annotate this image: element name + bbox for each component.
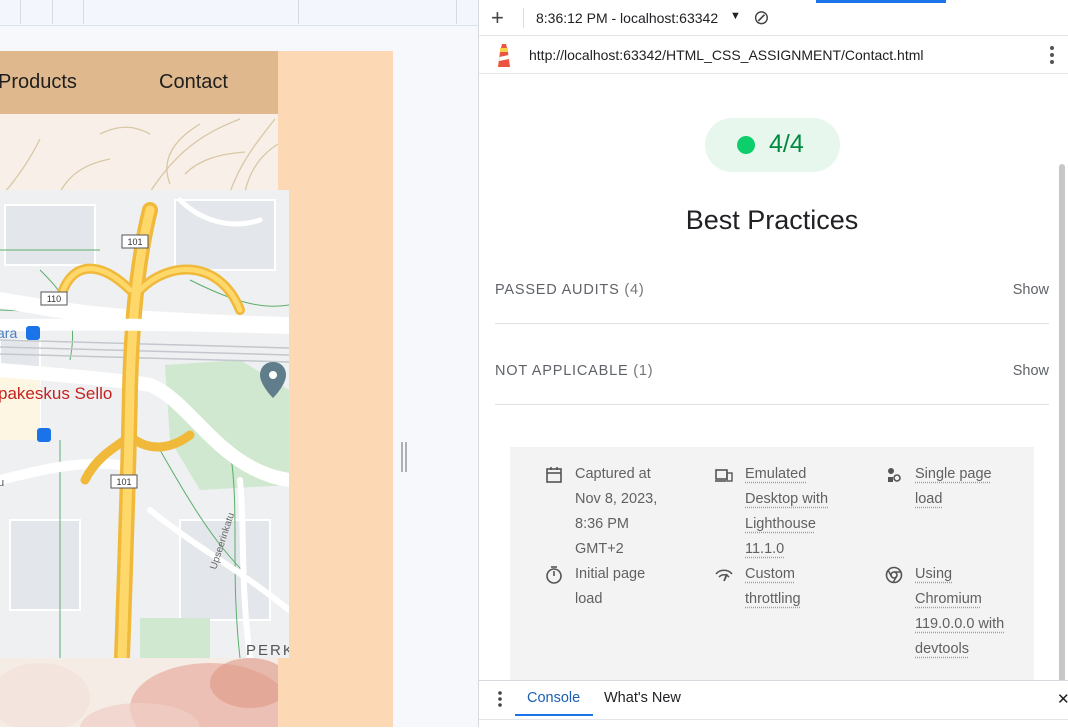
toolbar-divider bbox=[523, 8, 524, 28]
env-text: Nov 8, 2023, bbox=[575, 491, 658, 507]
clear-all-icon[interactable]: ⊘ bbox=[753, 5, 770, 30]
runtime-settings-box: Captured at Nov 8, 2023, 8:36 PM GMT+2 E… bbox=[510, 447, 1034, 680]
report-selector[interactable]: 8:36:12 PM - localhost:63342 bbox=[536, 10, 718, 26]
lighthouse-report: 4/4 Best Practices PASSED AUDITS (4) Sho… bbox=[479, 74, 1068, 680]
category-title: Best Practices bbox=[685, 205, 859, 235]
road-shield-101: 101 bbox=[127, 237, 142, 247]
report-scrollbar[interactable] bbox=[1059, 164, 1065, 680]
devices-icon bbox=[715, 469, 733, 482]
chrome-icon bbox=[885, 566, 903, 584]
site-navbar: Products Contact bbox=[0, 51, 278, 114]
map-label-road: u bbox=[0, 477, 4, 489]
env-text: Single page bbox=[915, 466, 992, 482]
timer-icon bbox=[546, 566, 562, 584]
lighthouse-toolbar: + 8:36:12 PM - localhost:63342 ▼ ⊘ bbox=[479, 0, 1068, 36]
env-text: Lighthouse bbox=[745, 516, 816, 532]
devtools-drawer: Console What's New ✕ bbox=[479, 680, 1068, 727]
active-tab-indicator bbox=[515, 714, 593, 716]
env-single-page[interactable]: Single page load bbox=[885, 462, 1035, 512]
lighthouse-panel: + 8:36:12 PM - localhost:63342 ▼ ⊘ http:… bbox=[478, 0, 1068, 727]
lighthouse-logo-icon bbox=[498, 44, 510, 67]
tab-whats-new[interactable]: What's New bbox=[604, 690, 681, 706]
tab-console[interactable]: Console bbox=[527, 690, 580, 706]
map-label-district: PERK bbox=[246, 642, 289, 658]
close-drawer-icon[interactable]: ✕ bbox=[1057, 690, 1068, 708]
env-text: Custom bbox=[745, 566, 795, 582]
nav-link-contact[interactable]: Contact bbox=[159, 71, 228, 94]
show-button[interactable]: Show bbox=[1013, 282, 1049, 298]
env-text: 119.0.0.0 with bbox=[915, 616, 1005, 632]
map-label-shopping-center: pakeskus Sello bbox=[0, 384, 112, 403]
score-value: 4/4 bbox=[769, 130, 804, 158]
env-text: Chromium bbox=[915, 591, 982, 607]
drawer-tabbar: Console What's New ✕ bbox=[479, 681, 1068, 717]
env-emulated-device[interactable]: Emulated Desktop with Lighthouse 11.1.0 bbox=[715, 462, 865, 562]
watercolor-drawing bbox=[0, 658, 278, 727]
env-text: Emulated bbox=[745, 466, 807, 482]
drawer-menu-icon[interactable] bbox=[497, 690, 503, 708]
ruler-tick bbox=[83, 0, 84, 24]
network-throttling-icon bbox=[715, 569, 733, 582]
decorative-watercolor bbox=[0, 658, 278, 727]
audit-group-label: NOT APPLICABLE (1) bbox=[495, 363, 654, 379]
env-text: throttling bbox=[745, 591, 801, 607]
map-label-station: ara bbox=[0, 325, 17, 341]
env-captured: Captured at Nov 8, 2023, 8:36 PM GMT+2 bbox=[545, 462, 695, 562]
env-text: 11.1.0 bbox=[745, 541, 785, 557]
ruler-tick bbox=[20, 0, 21, 24]
show-button[interactable]: Show bbox=[1013, 363, 1049, 379]
nav-link-products[interactable]: Products bbox=[0, 71, 77, 94]
env-text: Using bbox=[915, 566, 953, 582]
ruler-tick bbox=[456, 0, 457, 24]
more-options-icon[interactable] bbox=[1049, 44, 1055, 66]
chevron-down-icon[interactable]: ▼ bbox=[730, 10, 741, 22]
env-text: GMT+2 bbox=[575, 541, 624, 557]
env-throttling[interactable]: Custom throttling bbox=[715, 562, 865, 612]
env-text: 8:36 PM bbox=[575, 516, 629, 532]
map-canvas: 101 110 101 ara pakeskus Sello u PERK Up… bbox=[0, 190, 289, 658]
new-report-button[interactable]: + bbox=[491, 5, 504, 31]
single-page-icon bbox=[888, 468, 901, 482]
panel-resize-handle[interactable] bbox=[400, 440, 409, 474]
ruler-tick bbox=[52, 0, 53, 24]
audit-group-not-applicable[interactable]: NOT APPLICABLE (1) Show bbox=[495, 359, 1049, 405]
report-url-bar: http://localhost:63342/HTML_CSS_ASSIGNME… bbox=[479, 36, 1068, 74]
calendar-icon bbox=[546, 467, 562, 483]
decorative-leaf-background bbox=[0, 114, 278, 192]
env-text: devtools bbox=[915, 641, 970, 657]
pass-status-icon bbox=[737, 136, 755, 154]
env-text: load bbox=[915, 491, 943, 507]
embedded-map[interactable]: 101 110 101 ara pakeskus Sello u PERK Up… bbox=[0, 190, 289, 658]
leaf-drawing bbox=[4, 118, 278, 192]
audit-group-passed[interactable]: PASSED AUDITS (4) Show bbox=[495, 278, 1049, 324]
website-page: Products Contact 101 110 101 ara pakesku… bbox=[0, 51, 393, 727]
page-preview: Products Contact 101 110 101 ara pakesku… bbox=[0, 0, 478, 727]
resize-grip-icon bbox=[401, 442, 407, 472]
progress-indicator bbox=[816, 0, 946, 3]
preview-ruler-bar bbox=[0, 0, 478, 26]
ruler-tick bbox=[298, 0, 299, 24]
env-chromium[interactable]: Using Chromium 119.0.0.0 with devtools bbox=[885, 562, 1035, 662]
env-text: load bbox=[575, 591, 603, 607]
audit-group-label: PASSED AUDITS (4) bbox=[495, 282, 645, 298]
env-initial-load: Initial page load bbox=[545, 562, 695, 612]
score-badge: 4/4 bbox=[705, 118, 840, 172]
env-text: Initial page bbox=[575, 566, 646, 582]
env-text: Captured at bbox=[575, 466, 651, 482]
report-url: http://localhost:63342/HTML_CSS_ASSIGNME… bbox=[529, 47, 924, 63]
road-shield-101: 101 bbox=[116, 477, 131, 487]
road-shield-110: 110 bbox=[47, 294, 61, 304]
env-text: Desktop with bbox=[745, 491, 829, 507]
